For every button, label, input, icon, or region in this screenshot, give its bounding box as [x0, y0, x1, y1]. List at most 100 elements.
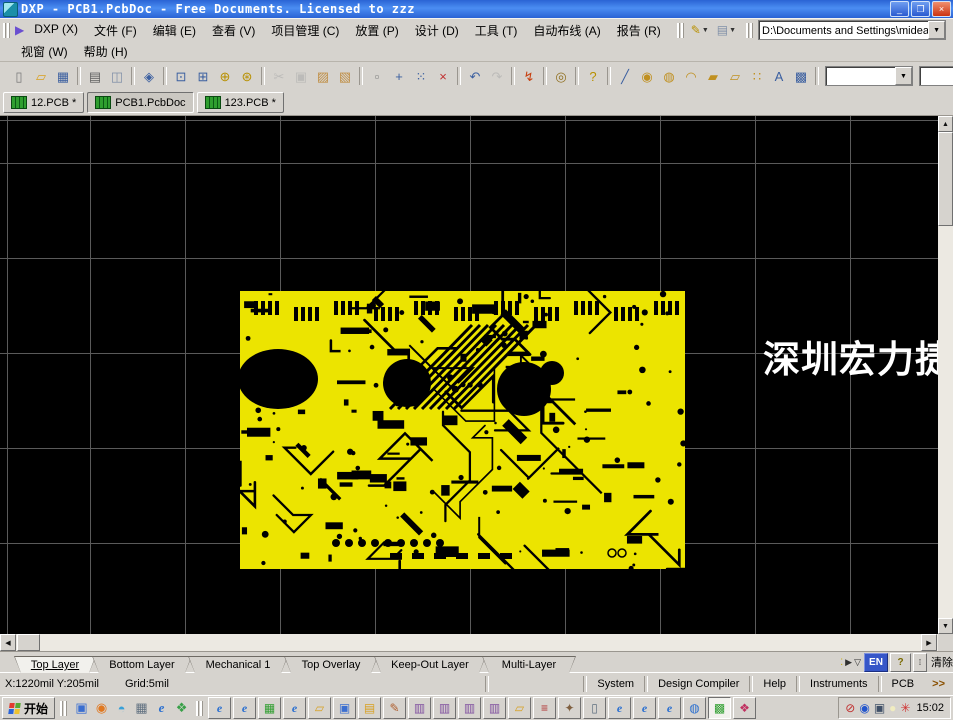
- scroll-up-icon[interactable]: ▲: [938, 116, 953, 132]
- taskbar-grip[interactable]: [196, 701, 203, 716]
- toolbar-combo-1[interactable]: ▼: [919, 66, 953, 86]
- place-polygon-button[interactable]: ▱: [724, 65, 746, 87]
- task-tools[interactable]: ✦: [558, 697, 581, 719]
- layer-tab-top-overlay[interactable]: Top Overlay: [284, 656, 378, 673]
- pcb-board[interactable]: [240, 291, 685, 569]
- task-misc[interactable]: ❖: [733, 697, 756, 719]
- language-menu-button[interactable]: ⁞: [913, 653, 927, 672]
- chevron-down-icon[interactable]: ▼: [702, 27, 709, 34]
- more-panels-button[interactable]: >>: [924, 675, 953, 693]
- move-selection-button[interactable]: +: [388, 65, 410, 87]
- layer-tab-keep-out-layer[interactable]: Keep-Out Layer: [374, 656, 486, 673]
- task-archive-4[interactable]: ▥: [483, 697, 506, 719]
- task-ie-1[interactable]: e: [208, 697, 231, 719]
- place-via-button[interactable]: ◍: [658, 65, 680, 87]
- find-similar-button[interactable]: ◎: [550, 65, 572, 87]
- browse-components-button[interactable]: ◈: [138, 65, 160, 87]
- new-document-button[interactable]: ▯: [8, 65, 30, 87]
- task-ie-6[interactable]: e: [658, 697, 681, 719]
- task-archive-1[interactable]: ▥: [408, 697, 431, 719]
- task-paint[interactable]: ✎: [383, 697, 406, 719]
- place-line-button[interactable]: ╱: [614, 65, 636, 87]
- layer-tab-mechanical-1[interactable]: Mechanical 1: [188, 656, 288, 673]
- task-ie-2[interactable]: e: [233, 697, 256, 719]
- task-pcb-editor[interactable]: ▩: [708, 697, 731, 719]
- address-combo[interactable]: D:\Documents and Settings\midea\桌面 ▼: [758, 20, 946, 40]
- zoom-document-button[interactable]: ⊞: [192, 65, 214, 87]
- mask-level-icon[interactable]: ▽: [853, 657, 862, 668]
- chevron-down-icon[interactable]: ▼: [729, 27, 736, 34]
- task-archive-2[interactable]: ▥: [433, 697, 456, 719]
- select-area-button[interactable]: ▫: [366, 65, 388, 87]
- toolbar-combo-0[interactable]: ▼: [825, 66, 913, 86]
- clear-label[interactable]: 清除: [929, 654, 953, 670]
- task-ie-3[interactable]: e: [283, 697, 306, 719]
- open-document-button[interactable]: ▱: [30, 65, 52, 87]
- task-ie-globe[interactable]: ◍: [683, 697, 706, 719]
- layer-tab-multi-layer[interactable]: Multi-Layer: [482, 656, 576, 673]
- task-notebook[interactable]: ▯: [583, 697, 606, 719]
- close-button[interactable]: ×: [932, 1, 951, 17]
- internet-explorer-icon[interactable]: e: [152, 699, 171, 718]
- vertical-scroll-thumb[interactable]: [938, 132, 953, 226]
- paste-special-button[interactable]: ▧: [334, 65, 356, 87]
- horizontal-scroll-thumb[interactable]: [17, 634, 40, 651]
- print-button[interactable]: ▤: [84, 65, 106, 87]
- menu-item-9[interactable]: 报告 (R): [609, 20, 669, 41]
- menu-item-5[interactable]: 放置 (P): [347, 20, 406, 41]
- scroll-right-icon[interactable]: ▶: [921, 634, 937, 651]
- layer-tab-top-layer[interactable]: Top Layer: [14, 656, 96, 673]
- menu-item-2[interactable]: 编辑 (E): [145, 20, 204, 41]
- document-tab-123.PCB[interactable]: 123.PCB *: [197, 92, 284, 113]
- panel-button-help[interactable]: Help: [753, 675, 796, 693]
- input-method-icon[interactable]: ▦: [132, 699, 151, 718]
- panel-button-system[interactable]: System: [587, 675, 644, 693]
- print-preview-button[interactable]: ◫: [106, 65, 128, 87]
- undo-button[interactable]: ↶: [464, 65, 486, 87]
- show-desktop-icon[interactable]: ▣: [72, 699, 91, 718]
- task-ie-5[interactable]: e: [633, 697, 656, 719]
- scroll-down-icon[interactable]: ▼: [938, 618, 953, 634]
- zoom-window-button[interactable]: ⊡: [170, 65, 192, 87]
- messenger-icon[interactable]: ◓: [112, 699, 131, 718]
- toolbar-grip[interactable]: [3, 23, 10, 38]
- task-folder-upload[interactable]: ▤: [358, 697, 381, 719]
- pcb-canvas[interactable]: 深圳宏力捷: [0, 116, 938, 634]
- save-document-button[interactable]: ▦: [52, 65, 74, 87]
- minimize-button[interactable]: _: [890, 1, 909, 17]
- windows-update-icon[interactable]: ❖: [172, 699, 191, 718]
- panel-button-pcb[interactable]: PCB: [882, 675, 925, 693]
- task-archive-3[interactable]: ▥: [458, 697, 481, 719]
- clear-selections-button[interactable]: ×: [432, 65, 454, 87]
- place-fill-button[interactable]: ▰: [702, 65, 724, 87]
- place-component-button[interactable]: ▩: [790, 65, 812, 87]
- play-indicator-icon[interactable]: ▶: [844, 657, 853, 668]
- place-string-button[interactable]: A: [768, 65, 790, 87]
- media-player-icon[interactable]: ◉: [92, 699, 111, 718]
- task-ie-4[interactable]: e: [608, 697, 631, 719]
- task-calculator[interactable]: ▦: [258, 697, 281, 719]
- horizontal-scrollbar[interactable]: ◀ ▶: [0, 634, 938, 651]
- paste-button[interactable]: ▨: [312, 65, 334, 87]
- menu-item-3[interactable]: 查看 (V): [204, 20, 263, 41]
- zoom-selected-button[interactable]: ⊛: [236, 65, 258, 87]
- vertical-scrollbar[interactable]: ▲ ▼: [938, 116, 953, 634]
- snap-grid-tool[interactable]: ✎▼: [689, 22, 711, 38]
- help-tool-button[interactable]: ?: [582, 65, 604, 87]
- language-indicator[interactable]: EN: [864, 653, 888, 672]
- panel-button-design-compiler[interactable]: Design Compiler: [648, 675, 749, 693]
- panel-button-instruments[interactable]: Instruments: [800, 675, 877, 693]
- task-folder-1[interactable]: ▱: [308, 697, 331, 719]
- menu-item-1[interactable]: 文件 (F): [86, 20, 145, 41]
- place-arc-button[interactable]: ◠: [680, 65, 702, 87]
- task-books[interactable]: ≡: [533, 697, 556, 719]
- scroll-left-icon[interactable]: ◀: [0, 634, 16, 651]
- zoom-points-button[interactable]: ⊕: [214, 65, 236, 87]
- interactive-routing-button[interactable]: ↯: [518, 65, 540, 87]
- chevron-down-icon[interactable]: ▼: [928, 21, 945, 39]
- menu-item-7[interactable]: 工具 (T): [467, 20, 526, 41]
- menu-item-8[interactable]: 自动布线 (A): [525, 20, 608, 41]
- document-tab-PCB1.PcbDoc[interactable]: PCB1.PcbDoc: [87, 92, 193, 113]
- place-pad-button[interactable]: ◉: [636, 65, 658, 87]
- toolbar-grip[interactable]: [746, 23, 753, 38]
